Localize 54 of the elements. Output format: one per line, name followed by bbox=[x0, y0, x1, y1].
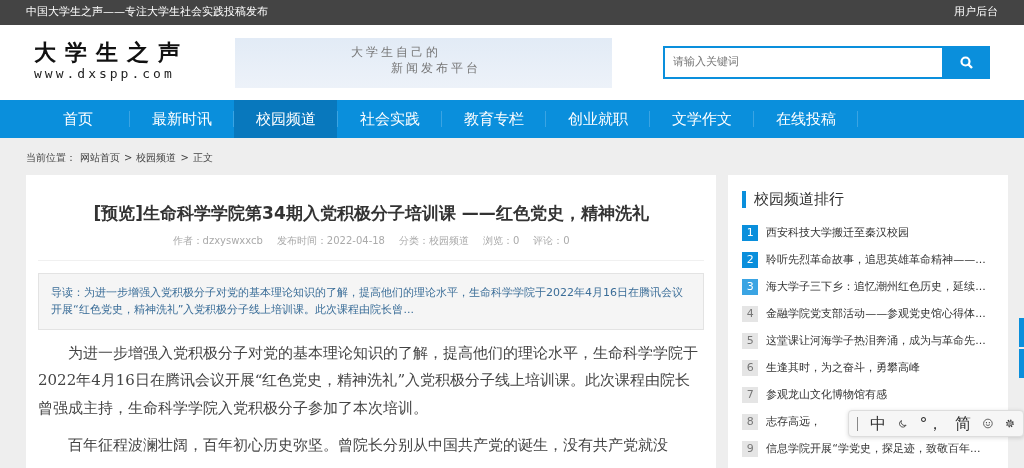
article-paragraph: 百年征程波澜壮阔，百年初心历史弥坚。曾院长分别从中国共产党的诞生，没有共产党就没 bbox=[67, 435, 669, 456]
breadcrumb-link[interactable]: 网站首页 bbox=[80, 150, 120, 175]
ranking-link[interactable]: 信息学院开展“学党史，探足迹，致敬百年... bbox=[766, 440, 981, 458]
ranking-link[interactable]: 聆听先烈革命故事，追思英雄革命精神——... bbox=[766, 251, 986, 269]
rank-badge: 2 bbox=[742, 252, 759, 268]
nav-tab[interactable]: 教育专栏 bbox=[442, 100, 545, 138]
nav-tab[interactable]: 文学作文 bbox=[650, 100, 753, 138]
nav-tab[interactable]: 在线投稿 bbox=[754, 100, 857, 138]
rank-badge: 8 bbox=[742, 414, 759, 430]
ime-punctuation[interactable]: °， bbox=[919, 411, 944, 436]
sidebar-title: 校园频道排行 bbox=[742, 191, 994, 208]
ime-script[interactable]: 简 bbox=[955, 411, 972, 436]
rank-badge: 6 bbox=[742, 360, 759, 376]
nav-tab[interactable]: 最新时讯 bbox=[130, 100, 233, 138]
ime-handle-icon bbox=[857, 416, 859, 431]
ranking-link[interactable]: 参观龙山文化博物馆有感 bbox=[766, 386, 888, 404]
nav-tab[interactable]: 社会实践 bbox=[338, 100, 441, 138]
banner-text: 新闻发布平台 bbox=[390, 60, 482, 78]
rank-badge: 7 bbox=[742, 387, 759, 403]
ranking-link[interactable]: 志存高远， bbox=[766, 413, 822, 431]
rank-badge: 3 bbox=[742, 279, 759, 295]
ranking-link[interactable]: 生逢其时，为之奋斗，勇攀高峰 bbox=[766, 359, 921, 377]
logo-url: www.dxspp.com bbox=[34, 64, 176, 83]
ranking-link[interactable]: 这堂课让河海学子热泪奔涌，成为与革命先... bbox=[766, 332, 986, 350]
user-panel-link[interactable]: 用户后台 bbox=[954, 4, 998, 21]
search-icon bbox=[959, 56, 973, 69]
article-summary: 导读：为进一步增强入党积极分子对党的基本理论知识的了解，提高他们的理论水平，生命科学学院于2022年4月16日在腾讯会议开展“红色党史，精神洗礼”入党积极分子线上培训课。此次课程由院长曾... bbox=[38, 272, 705, 330]
site-slogan: 中国大学生之声——专注大学生社会实践投稿发布 bbox=[26, 4, 268, 21]
article-meta: 发布时间：2022-04-18 bbox=[276, 233, 385, 248]
ime-mode[interactable]: 中 bbox=[870, 411, 887, 436]
rank-badge: 4 bbox=[742, 306, 759, 322]
rank-badge: 1 bbox=[742, 225, 759, 241]
article-meta: 浏览：0 bbox=[483, 233, 520, 248]
article-meta: 作者：dzxyswxxcb bbox=[172, 233, 263, 248]
breadcrumb-label: 当前位置： bbox=[26, 151, 76, 165]
article-paragraph: 为进一步增强入党积极分子对党的基本理论知识的了解，提高他们的理论水平，生命科学学院于2022年4月16日在腾讯会议开展“红色党史，精神洗礼”入党积极分子线上培训课。此次课程由院长曾强成主持，生命科学学院入党积极分子参加了本次培训。 bbox=[38, 342, 699, 419]
ranking-link[interactable]: 金融学院党支部活动——参观党史馆心得体... bbox=[766, 305, 986, 323]
article-meta: 评论：0 bbox=[533, 233, 570, 248]
nav-tab[interactable]: 首页 bbox=[26, 100, 129, 138]
article-meta: 分类：校园频道 bbox=[399, 233, 469, 248]
article-title: [预览]生命科学学院第34期入党积极分子培训课 ——红色党史，精神洗礼 bbox=[92, 202, 650, 225]
breadcrumb-separator: > bbox=[180, 151, 189, 165]
ranking-link[interactable]: 海大学子三下乡：追忆潮州红色历史，延续... bbox=[766, 278, 986, 296]
breadcrumb-link[interactable]: 校园频道 bbox=[136, 150, 177, 175]
banner-text: 大学生自己的 bbox=[351, 43, 442, 61]
search-button[interactable] bbox=[942, 46, 990, 79]
breadcrumb-separator: > bbox=[124, 151, 133, 165]
nav-tab[interactable]: 创业就职 bbox=[546, 100, 649, 138]
search-field[interactable]: 请输入关键词 bbox=[663, 46, 942, 79]
rank-badge: 5 bbox=[742, 333, 759, 349]
logo-title: 大学生之声 bbox=[34, 41, 189, 64]
nav-tab[interactable]: 校园频道 bbox=[234, 100, 337, 138]
rank-badge: 9 bbox=[742, 441, 759, 457]
ranking-link[interactable]: 西安科技大学搬迁至秦汉校园 bbox=[766, 224, 910, 242]
